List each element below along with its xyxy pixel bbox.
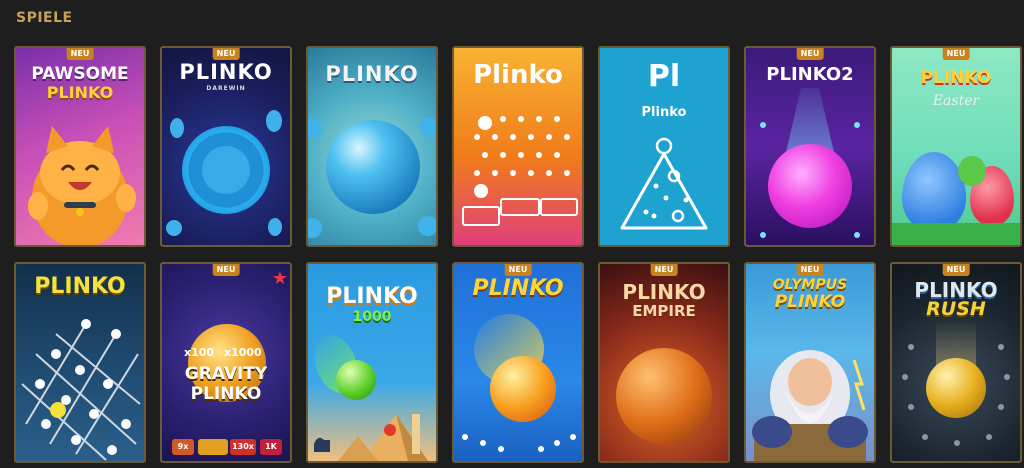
games-grid: NEU PAWSOME PLINKO NEU PLINKO DAREWIN PL…	[14, 46, 1022, 464]
game-subtitle: Easter	[932, 93, 980, 109]
game-subtitle: EMPIRE	[632, 302, 696, 320]
easter-egg-green	[958, 156, 986, 186]
game-subtitle: PLINKO	[46, 83, 114, 102]
new-badge: NEU	[942, 264, 970, 276]
new-badge: NEU	[796, 48, 824, 60]
game-card-plinko-fireball[interactable]: NEU PLINKO	[452, 262, 584, 463]
section-title: SPIELE	[16, 10, 73, 26]
game-card-gravity-plinko[interactable]: NEU ★ x100 x1000 GRAVITY PLINKO 9x 130x …	[160, 262, 292, 463]
slot-bin	[540, 198, 578, 216]
game-title: PLINKO	[325, 62, 419, 86]
new-badge: NEU	[212, 264, 240, 276]
game-subtitle: Plinko	[641, 105, 687, 120]
slot-bin	[500, 198, 540, 216]
game-title: PLINKO	[914, 278, 998, 302]
game-subtitle: PLINKO	[774, 292, 846, 312]
game-card-olympus-plinko[interactable]: NEU OLYMPUS PLINKO	[744, 262, 876, 463]
game-subtitle: PLINKO	[190, 384, 262, 404]
game-card-pawsome-plinko[interactable]: NEU PAWSOME PLINKO	[14, 46, 146, 247]
game-card-plinko-rush[interactable]: NEU PLINKO RUSH	[890, 262, 1022, 463]
multiplier-chip-ball	[198, 439, 228, 455]
game-card-plinko-easter[interactable]: NEU PLINKO Easter	[890, 46, 1022, 247]
game-title: PLINKO	[622, 280, 706, 304]
game-title: Pl	[647, 59, 681, 94]
multiplier-chip: 130x	[230, 439, 256, 455]
multiplier-left: x100	[184, 346, 215, 359]
easter-egg-blue	[902, 152, 966, 232]
game-subtitle: 1000	[352, 309, 392, 325]
game-title: PLINKO	[920, 68, 992, 88]
game-card-plinko-orange[interactable]: Plinko	[452, 46, 584, 247]
ball-graphic	[490, 356, 556, 422]
game-title: Plinko	[473, 60, 563, 90]
new-badge: NEU	[650, 264, 678, 276]
game-title: PLINKO	[179, 60, 273, 84]
game-card-plinko-2[interactable]: NEU PLINKO2	[744, 46, 876, 247]
game-subtitle: RUSH	[926, 298, 986, 320]
game-title: PLINKO2	[766, 64, 854, 85]
new-badge: NEU	[796, 264, 824, 276]
ball-graphic	[326, 120, 420, 214]
slot-bin	[462, 206, 500, 226]
ball-graphic	[336, 360, 376, 400]
multiplier-chip: 1K	[260, 439, 282, 455]
game-title: PLINKO	[472, 276, 564, 301]
ball-graphic	[768, 144, 852, 228]
ball-graphic	[616, 348, 712, 444]
game-title: PLINKO	[34, 274, 126, 299]
star-icon: ★	[271, 268, 288, 289]
game-title: PLINKO	[326, 284, 418, 309]
new-badge: NEU	[504, 264, 532, 276]
game-card-plinko-blue-ball[interactable]: PLINKO	[306, 46, 438, 247]
grass	[892, 223, 1020, 245]
game-card-plinko-darewin[interactable]: NEU PLINKO DAREWIN	[160, 46, 292, 247]
game-card-plinko-1000[interactable]: PLINKO 1000	[306, 262, 438, 463]
ring-graphic	[182, 126, 270, 214]
game-title: GRAVITY	[184, 364, 268, 384]
new-badge: NEU	[942, 48, 970, 60]
game-card-plinko-pegs[interactable]: PLINKO	[14, 262, 146, 463]
ball-graphic	[926, 358, 986, 418]
new-badge: NEU	[212, 48, 240, 60]
new-badge: NEU	[66, 48, 94, 60]
multiplier-right: x1000	[224, 346, 262, 359]
multiplier-chip: 9x	[172, 439, 194, 455]
game-card-pl-plinko[interactable]: Pl Plinko	[598, 46, 730, 247]
game-title: PAWSOME	[31, 64, 129, 84]
game-subtitle: DAREWIN	[206, 85, 246, 92]
game-card-plinko-empire[interactable]: NEU PLINKO EMPIRE	[598, 262, 730, 463]
game-title: OLYMPUS	[772, 277, 848, 293]
